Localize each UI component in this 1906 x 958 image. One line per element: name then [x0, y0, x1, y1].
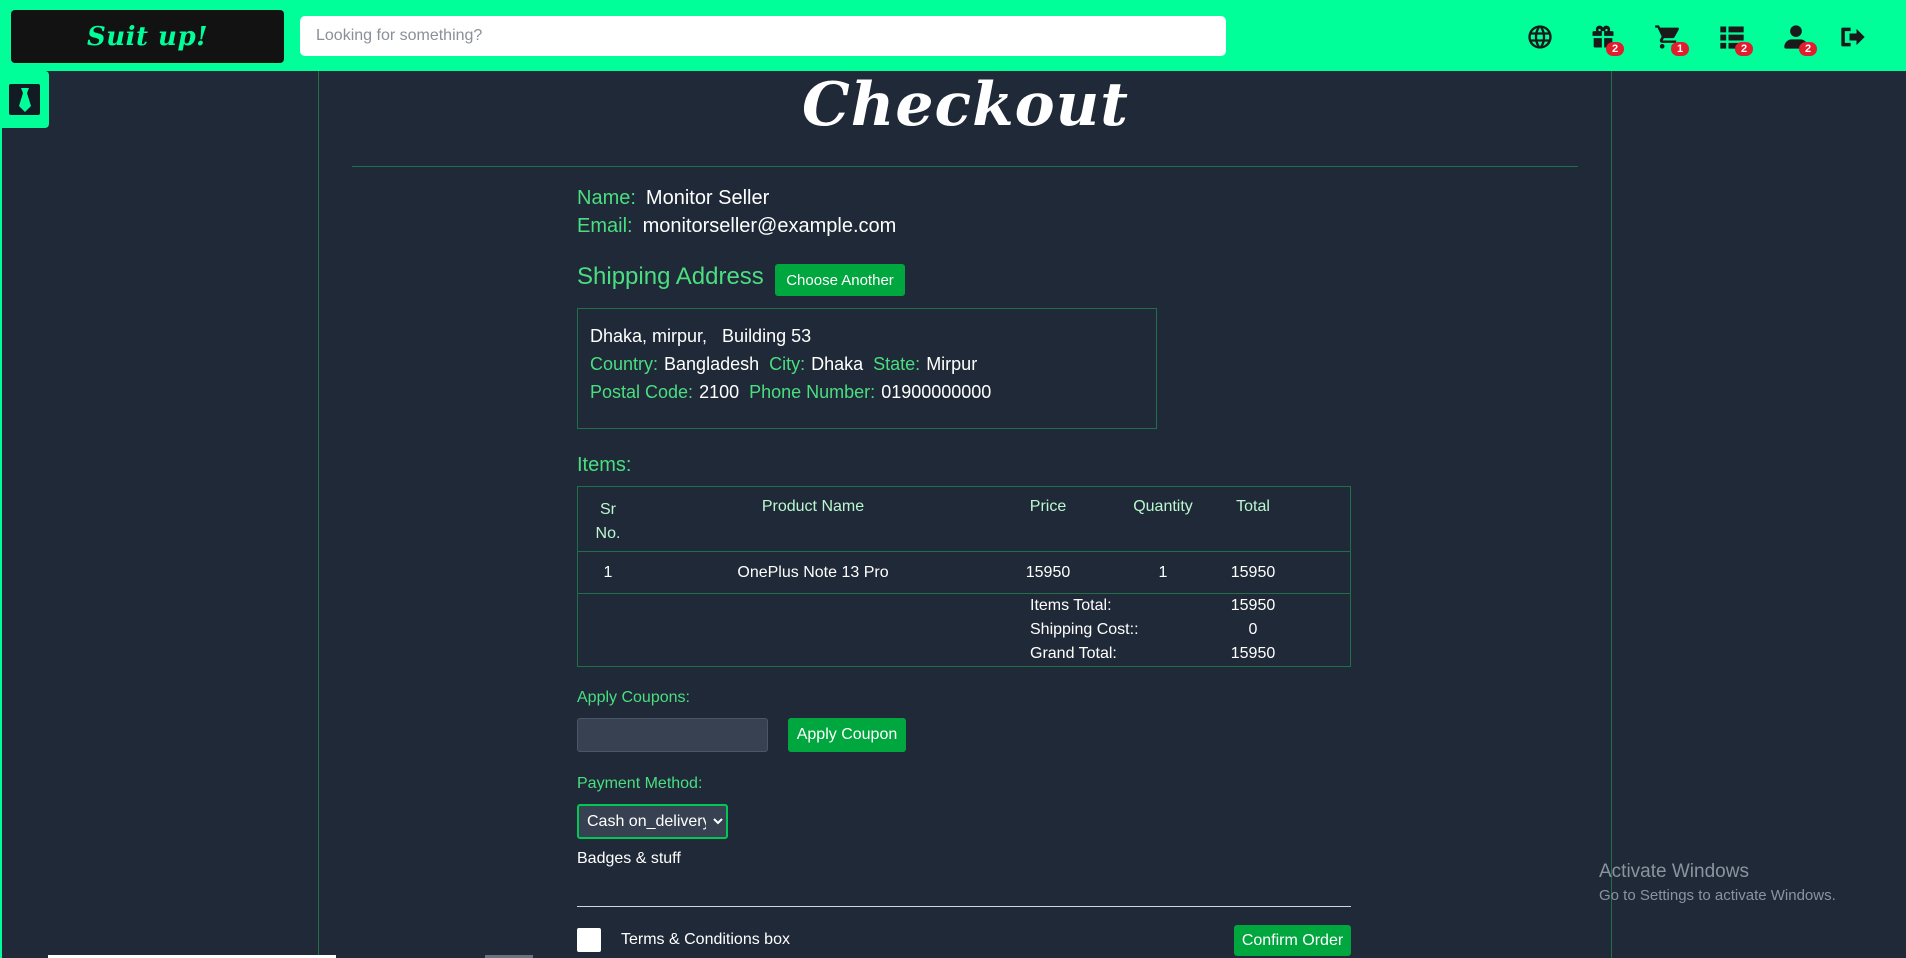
state-label: State: — [873, 354, 921, 374]
gift-icon[interactable]: 2 — [1586, 20, 1624, 56]
top-navbar: Suit up! 2 1 2 2 — [0, 0, 1906, 71]
activate-windows-title: Activate Windows — [1599, 861, 1749, 882]
user-icon[interactable]: 2 — [1779, 20, 1817, 56]
col-header-price: Price — [1029, 498, 1067, 515]
coupon-label: Apply Coupons: — [577, 689, 690, 706]
email-label: Email: — [577, 215, 633, 237]
address-location: Country: Bangladesh City: Dhaka State: Mirpur — [590, 350, 1144, 378]
email-value: monitorseller@example.com — [642, 215, 897, 237]
grand-total-value: 15950 — [1230, 645, 1276, 662]
list-icon[interactable]: 2 — [1715, 20, 1753, 56]
postal-label: Postal Code: — [590, 382, 694, 402]
cell-quantity: 1 — [1158, 564, 1168, 581]
terms-checkbox[interactable] — [577, 928, 601, 952]
city-label: City: — [769, 354, 806, 374]
grand-total-label: Grand Total: — [1030, 645, 1117, 662]
sidebar-toggle[interactable] — [0, 71, 49, 128]
items-total-value: 15950 — [1230, 597, 1276, 614]
logo-text: Suit up! — [86, 21, 209, 52]
list-badge: 2 — [1735, 42, 1753, 56]
items-heading: Items: — [577, 454, 632, 476]
shipping-cost-value: 0 — [1248, 621, 1258, 638]
city-value: Dhaka — [811, 354, 864, 374]
address-text: Dhaka, mirpur, Building 53 — [590, 326, 812, 346]
logout-icon[interactable] — [1836, 20, 1870, 54]
country-value: Bangladesh — [664, 354, 760, 374]
activate-windows-subtitle: Go to Settings to activate Windows. — [1599, 887, 1836, 904]
address-box: Dhaka, mirpur, Building 53 Country: Bangl… — [577, 308, 1157, 429]
state-value: Mirpur — [926, 354, 978, 374]
content-border-left — [318, 71, 319, 958]
globe-icon[interactable] — [1523, 20, 1557, 54]
table-row: 1 OnePlus Note 13 Pro 15950 1 15950 — [578, 552, 1350, 594]
cell-product: OnePlus Note 13 Pro — [737, 564, 889, 581]
cart-badge: 1 — [1671, 42, 1689, 56]
badges-text: Badges & stuff — [577, 850, 681, 867]
search-input[interactable] — [300, 16, 1226, 56]
col-header-product: Product Name — [761, 498, 865, 515]
payment-label: Payment Method: — [577, 775, 703, 792]
customer-email: Email: monitorseller@example.com — [577, 215, 896, 238]
tie-icon — [9, 84, 40, 115]
payment-method-select[interactable]: Cash on_delivery — [577, 804, 728, 839]
choose-another-button[interactable]: Choose Another — [775, 264, 905, 296]
col-header-sr: Sr No. — [595, 501, 621, 542]
name-label: Name: — [577, 187, 636, 209]
country-label: Country: — [590, 354, 659, 374]
name-value: Monitor Seller — [645, 187, 770, 209]
customer-name: Name: Monitor Seller — [577, 187, 769, 210]
col-header-total: Total — [1236, 498, 1270, 515]
apply-coupon-button[interactable]: Apply Coupon — [788, 718, 906, 752]
postal-value: 2100 — [699, 382, 740, 402]
coupon-input[interactable] — [577, 718, 768, 752]
gift-badge: 2 — [1606, 42, 1624, 56]
phone-value: 01900000000 — [881, 382, 992, 402]
table-header-row: Sr No. Product Name Price Quantity Total — [578, 487, 1350, 552]
phone-label: Phone Number: — [749, 382, 876, 402]
bottom-divider — [577, 906, 1351, 907]
confirm-order-button[interactable]: Confirm Order — [1234, 925, 1351, 956]
items-table: Sr No. Product Name Price Quantity Total… — [577, 486, 1351, 667]
address-line: Dhaka, mirpur, Building 53 — [590, 322, 1144, 350]
sidebar-edge — [0, 71, 2, 958]
cell-total: 15950 — [1230, 564, 1276, 581]
cell-sr: 1 — [603, 564, 613, 581]
totals-row: Items Total: 15950 Shipping Cost:: 0 Gra… — [578, 594, 1350, 666]
cart-icon[interactable]: 1 — [1651, 20, 1689, 56]
user-badge: 2 — [1799, 42, 1817, 56]
terms-label: Terms & Conditions box — [621, 931, 790, 948]
shipping-heading: Shipping Address — [577, 263, 764, 290]
brand-logo[interactable]: Suit up! — [11, 10, 284, 63]
title-divider — [352, 166, 1578, 167]
cell-price: 15950 — [1025, 564, 1071, 581]
address-contact: Postal Code: 2100 Phone Number: 01900000000 — [590, 378, 1144, 406]
shipping-cost-label: Shipping Cost:: — [1030, 621, 1139, 638]
page-title: Checkout — [801, 70, 1129, 140]
content-border-right — [1611, 71, 1612, 958]
col-header-quantity: Quantity — [1133, 498, 1193, 515]
items-total-label: Items Total: — [1030, 597, 1112, 614]
